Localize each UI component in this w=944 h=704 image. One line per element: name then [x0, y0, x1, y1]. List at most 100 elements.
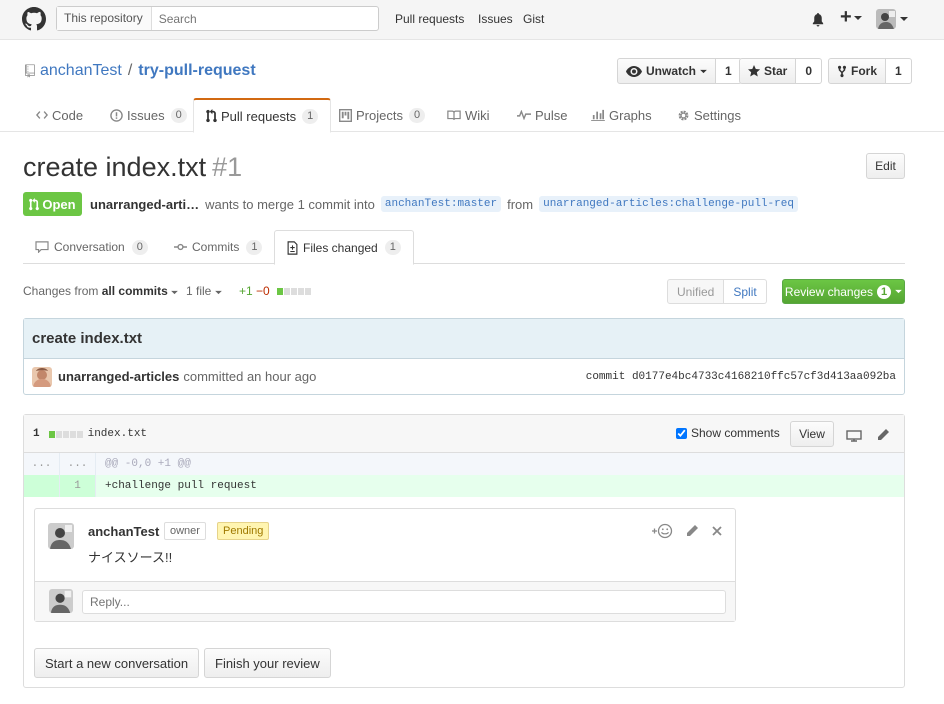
unified-button[interactable]: Unified: [667, 279, 725, 304]
close-icon[interactable]: [711, 525, 723, 537]
hunk-expander-left[interactable]: ...: [24, 453, 60, 475]
tab-pull-requests-label: Pull requests: [221, 108, 297, 124]
repo-owner-link[interactable]: anchanTest: [40, 62, 122, 80]
tab-issues-label: Issues: [127, 107, 165, 123]
head-branch[interactable]: unarranged-articles:challenge-pull-req: [539, 196, 798, 212]
tab-pulse-label: Pulse: [535, 107, 568, 123]
hunk-header: @@ -0,0 +1 @@: [105, 458, 191, 470]
caret-down-icon: [895, 289, 902, 294]
project-icon: [339, 108, 352, 122]
changes-from-label: Changes from: [23, 284, 99, 298]
fork-group: Fork 1: [828, 58, 912, 84]
repo-name-link[interactable]: try-pull-request: [138, 62, 255, 80]
desktop-icon[interactable]: [846, 430, 862, 442]
fork-label: Fork: [851, 64, 878, 78]
page-title: create index.txt #1: [23, 152, 242, 183]
tab-graphs[interactable]: Graphs: [591, 98, 652, 132]
edit-title-button[interactable]: Edit: [866, 153, 905, 179]
repo-nav: Code Issues 0 Pull requests 1 Projects 0…: [0, 98, 944, 133]
tab-conversation[interactable]: Conversation 0: [35, 230, 148, 264]
comment-author-link[interactable]: anchanTest: [88, 524, 159, 539]
eye-icon: [626, 65, 642, 77]
commit-action: committed an hour ago: [183, 369, 317, 384]
github-logo-icon[interactable]: [22, 7, 46, 31]
pr-meta: unarranged-arti… wants to merge 1 commit…: [90, 196, 798, 212]
comment-icon: [35, 241, 49, 253]
commit-author-avatar[interactable]: [32, 366, 52, 387]
pr-author-link[interactable]: unarranged-arti…: [90, 197, 199, 212]
commit-title: create index.txt: [24, 319, 904, 359]
repo-title: anchanTest / try-pull-request: [25, 62, 256, 80]
fork-count[interactable]: 1: [886, 58, 912, 84]
hunk-expander-right[interactable]: ...: [60, 453, 96, 475]
view-file-button[interactable]: View: [790, 421, 834, 447]
search-box: This repository: [56, 6, 379, 31]
tab-projects[interactable]: Projects 0: [339, 98, 426, 132]
tab-files-changed[interactable]: Files changed 1: [274, 230, 414, 265]
status-label: Open: [42, 196, 76, 212]
star-button[interactable]: Star: [739, 58, 797, 84]
pencil-icon[interactable]: [685, 524, 699, 538]
nav-issues[interactable]: Issues: [478, 12, 513, 26]
file-filter-menu[interactable]: 1 file: [186, 284, 222, 298]
star-count[interactable]: 0: [796, 58, 823, 84]
pull-requests-counter: 1: [302, 108, 319, 124]
tab-commits[interactable]: Commits 1: [174, 230, 263, 264]
fork-icon: [837, 65, 847, 77]
changes-from-menu[interactable]: Changes from all commits: [23, 284, 178, 298]
fork-button[interactable]: Fork: [828, 58, 887, 84]
file-count: 1 file: [186, 284, 212, 298]
split-button[interactable]: Split: [724, 279, 767, 304]
diff-stats: +1 −0: [239, 284, 312, 298]
tab-settings-label: Settings: [694, 107, 741, 123]
pencil-icon[interactable]: [876, 428, 890, 442]
review-comment: anchanTest owner Pending ナイスソース!!: [34, 508, 736, 622]
star-label: Star: [764, 64, 788, 78]
star-icon: [748, 65, 760, 77]
tab-graphs-label: Graphs: [609, 107, 652, 123]
watch-count[interactable]: 1: [716, 58, 742, 84]
diff-line-code: +challenge pull request: [96, 475, 904, 497]
nav-pull-requests[interactable]: Pull requests: [395, 12, 464, 26]
commit-box: create index.txt unarranged-articles com…: [23, 318, 905, 395]
issues-counter: 0: [170, 107, 187, 123]
tab-conversation-label: Conversation: [54, 240, 125, 254]
hunk-header-row: ... ... @@ -0,0 +1 @@: [24, 453, 904, 475]
file-diff: 1 index.txt Show comments View ... ... @…: [23, 414, 905, 688]
unwatch-button[interactable]: Unwatch: [617, 58, 717, 84]
issue-icon: [110, 108, 123, 122]
search-input[interactable]: [151, 10, 352, 27]
show-comments-checkbox[interactable]: [676, 427, 687, 439]
commit-sha[interactable]: commit d0177e4bc4733c4168210ffc57cf3d413…: [586, 371, 896, 383]
reply-input[interactable]: [82, 590, 726, 614]
tab-pull-requests[interactable]: Pull requests 1: [193, 98, 332, 133]
repo-icon: [25, 64, 35, 78]
nav-gist[interactable]: Gist: [523, 12, 544, 26]
review-changes-button[interactable]: Review changes 1: [782, 279, 905, 304]
show-comments-toggle[interactable]: Show comments: [676, 426, 780, 440]
base-branch[interactable]: anchanTest:master: [380, 196, 502, 212]
tab-wiki[interactable]: Wiki: [447, 98, 490, 132]
comment-author-avatar[interactable]: [48, 523, 74, 549]
commit-author-link[interactable]: unarranged-articles: [58, 369, 179, 384]
file-name[interactable]: index.txt: [88, 428, 147, 440]
add-reaction-icon[interactable]: [651, 523, 673, 539]
start-new-conversation-button[interactable]: Start a new conversation: [34, 648, 200, 678]
finish-review-button[interactable]: Finish your review: [204, 648, 331, 678]
graph-icon: [591, 109, 605, 121]
commit-meta: unarranged-articles committed an hour ag…: [24, 359, 904, 394]
projects-counter: 0: [408, 107, 426, 123]
new-line-number[interactable]: 1: [60, 475, 96, 497]
user-menu[interactable]: [876, 9, 908, 29]
plus-icon: +: [840, 6, 852, 28]
additions-count: +1: [239, 284, 253, 298]
tab-issues[interactable]: Issues 0: [110, 98, 187, 132]
create-new-menu[interactable]: +: [840, 6, 862, 29]
bell-icon[interactable]: [811, 12, 825, 27]
tab-pulse[interactable]: Pulse: [517, 98, 568, 132]
tab-files-changed-label: Files changed: [303, 240, 378, 255]
all-commits-label: all commits: [101, 284, 168, 298]
tab-code[interactable]: Code: [36, 98, 83, 132]
caret-down-icon: [900, 17, 908, 21]
tab-settings[interactable]: Settings: [677, 98, 741, 132]
